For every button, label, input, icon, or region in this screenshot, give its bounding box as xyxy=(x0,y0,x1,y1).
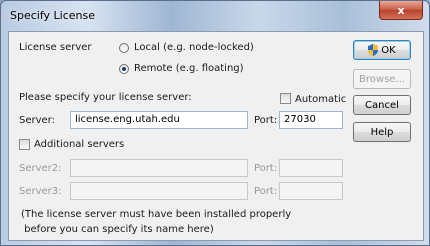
radio-remote-label[interactable]: Remote (e.g. floating) xyxy=(134,63,244,74)
additional-servers-label[interactable]: Additional servers xyxy=(34,139,124,150)
cancel-button[interactable]: Cancel xyxy=(353,95,411,115)
license-server-label: License server xyxy=(19,42,92,53)
uac-shield-icon xyxy=(368,44,379,56)
note-line-1: (The license server must have been insta… xyxy=(21,209,292,220)
port3-label: Port: xyxy=(254,186,278,197)
server-prompt: Please specify your license server: xyxy=(19,92,192,103)
browse-label: Browse... xyxy=(359,73,405,85)
ok-button[interactable]: OK xyxy=(353,40,411,60)
radio-local[interactable] xyxy=(119,43,129,53)
port3-input[interactable] xyxy=(279,182,343,200)
server3-input[interactable] xyxy=(70,182,248,200)
port-label: Port: xyxy=(254,115,278,126)
port2-input[interactable] xyxy=(279,159,343,177)
note-line-2: before you can specify its name here) xyxy=(21,224,214,235)
close-button[interactable]: x xyxy=(379,1,423,20)
additional-servers-checkbox[interactable] xyxy=(19,139,30,150)
port2-label: Port: xyxy=(254,163,278,174)
help-button[interactable]: Help xyxy=(353,122,411,142)
window-title: Specify License xyxy=(10,9,95,22)
specify-license-dialog: Specify License x License server Local (… xyxy=(0,0,430,246)
server-label: Server: xyxy=(19,115,55,126)
automatic-checkbox[interactable] xyxy=(280,93,291,104)
close-icon: x xyxy=(397,3,405,17)
radio-remote[interactable] xyxy=(119,64,129,74)
ok-label: OK xyxy=(381,44,396,56)
browse-button[interactable]: Browse... xyxy=(353,69,411,89)
server3-label: Server3: xyxy=(19,186,62,197)
server2-input[interactable] xyxy=(70,159,248,177)
server-input[interactable]: license.eng.utah.edu xyxy=(70,111,248,129)
title-bar[interactable]: Specify License x xyxy=(1,1,429,31)
radio-local-label[interactable]: Local (e.g. node-locked) xyxy=(134,42,254,53)
cancel-label: Cancel xyxy=(365,99,399,111)
server2-label: Server2: xyxy=(19,163,62,174)
dialog-body: License server Local (e.g. node-locked) … xyxy=(8,31,424,241)
automatic-label[interactable]: Automatic xyxy=(295,94,346,105)
port-input[interactable]: 27030 xyxy=(279,111,343,129)
help-label: Help xyxy=(370,126,394,138)
